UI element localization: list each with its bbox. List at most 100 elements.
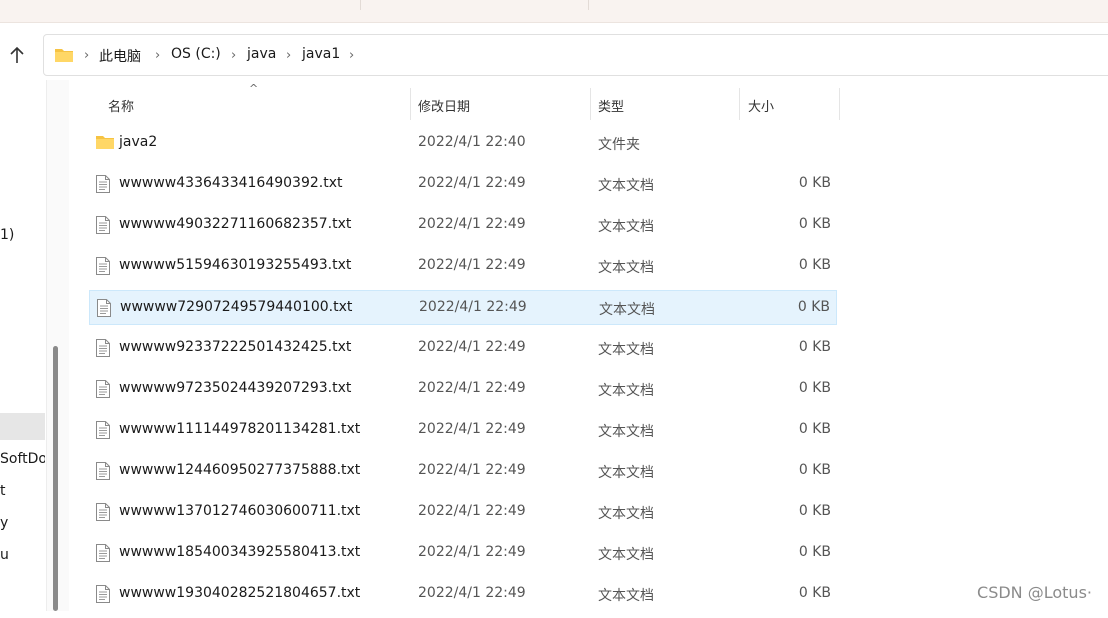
text-file-icon	[95, 380, 111, 402]
breadcrumb-java[interactable]: java	[247, 46, 276, 62]
text-file-icon	[95, 503, 111, 525]
file-date: 2022/4/1 22:49	[418, 216, 526, 232]
file-size: 0 KB	[798, 380, 831, 396]
file-row[interactable]: wwwww97235024439207293.txt 2022/4/1 22:49…	[89, 372, 837, 407]
text-file-icon	[95, 544, 111, 566]
column-size-label: 大小	[748, 100, 775, 115]
file-row[interactable]: wwwww4336433416490392.txt 2022/4/1 22:49 文…	[89, 167, 837, 202]
file-type: 文本文档	[598, 342, 654, 358]
chevron-right-icon[interactable]: ›	[231, 48, 236, 63]
column-header-type[interactable]: 类型	[591, 88, 739, 120]
navigation-pane: 1) SoftDo t y u	[0, 80, 45, 611]
nav-item[interactable]: u	[0, 547, 9, 563]
breadcrumb-drive-c[interactable]: OS (C:)	[171, 46, 221, 62]
file-row[interactable]: wwwww193040282521804657.txt 2022/4/1 22:4…	[89, 577, 837, 612]
breadcrumb-java1[interactable]: java1	[302, 46, 340, 62]
text-file-icon	[95, 421, 111, 443]
title-bar-area	[0, 0, 1108, 23]
column-type-label: 类型	[598, 100, 625, 115]
file-type: 文本文档	[598, 588, 654, 604]
file-name: java2	[119, 134, 158, 150]
file-type: 文本文档	[599, 302, 655, 318]
file-type: 文本文档	[598, 506, 654, 522]
file-date: 2022/4/1 22:49	[418, 175, 526, 191]
file-name: wwwww72907249579440100.txt	[120, 299, 353, 315]
file-name: wwwww49032271160682357.txt	[119, 216, 352, 232]
file-type: 文本文档	[598, 465, 654, 481]
file-name: wwwww193040282521804657.txt	[119, 585, 361, 601]
file-type: 文本文档	[598, 219, 654, 235]
column-header-size[interactable]: 大小	[740, 88, 839, 120]
file-row[interactable]: wwwww51594630193255493.txt 2022/4/1 22:49…	[89, 249, 837, 284]
file-type: 文本文档	[598, 547, 654, 563]
file-date: 2022/4/1 22:49	[418, 503, 526, 519]
file-date: 2022/4/1 22:49	[418, 421, 526, 437]
file-size: 0 KB	[798, 585, 831, 601]
file-row[interactable]: wwwww124460950277375888.txt 2022/4/1 22:4…	[89, 454, 837, 489]
file-list: java2 2022/4/1 22:40 文件夹 wwwww4336433416490…	[89, 126, 837, 618]
file-row[interactable]: wwwww49032271160682357.txt 2022/4/1 22:49…	[89, 208, 837, 243]
file-type: 文本文档	[598, 383, 654, 399]
file-size: 0 KB	[798, 257, 831, 273]
column-header-date[interactable]: 修改日期	[411, 88, 590, 120]
nav-item[interactable]: t	[0, 483, 6, 499]
file-row[interactable]: wwwww137012746030600711.txt 2022/4/1 22:4…	[89, 495, 837, 530]
file-name: wwwww124460950277375888.txt	[119, 462, 361, 478]
file-row[interactable]: java2 2022/4/1 22:40 文件夹	[89, 126, 837, 161]
scrollbar-thumb[interactable]	[53, 346, 58, 611]
nav-scrollbar[interactable]	[46, 80, 69, 611]
file-name: wwwww137012746030600711.txt	[119, 503, 361, 519]
nav-item[interactable]: SoftDo	[0, 451, 45, 467]
file-name: wwwww111144978201134281.txt	[119, 421, 361, 437]
file-size: 0 KB	[797, 299, 830, 315]
file-type: 文本文档	[598, 260, 654, 276]
file-name: wwwww4336433416490392.txt	[119, 175, 343, 191]
text-file-icon	[95, 175, 111, 197]
file-row[interactable]: wwwww111144978201134281.txt 2022/4/1 22:4…	[89, 413, 837, 448]
file-date: 2022/4/1 22:49	[418, 462, 526, 478]
text-file-icon	[95, 216, 111, 238]
address-bar[interactable]: › 此电脑 › OS (C:) › java › java1 ›	[43, 34, 1108, 76]
file-size: 0 KB	[798, 421, 831, 437]
file-type: 文本文档	[598, 424, 654, 440]
file-name: wwwww92337222501432425.txt	[119, 339, 352, 355]
file-name: wwwww51594630193255493.txt	[119, 257, 352, 273]
file-date: 2022/4/1 22:40	[418, 134, 526, 150]
file-date: 2022/4/1 22:49	[418, 257, 526, 273]
file-date: 2022/4/1 22:49	[419, 299, 527, 315]
breadcrumb-this-pc[interactable]: 此电脑	[99, 46, 141, 66]
arrow-up-icon	[10, 46, 24, 63]
column-date-label: 修改日期	[418, 100, 471, 115]
folder-icon	[54, 47, 74, 67]
file-name: wwwww185400343925580413.txt	[119, 544, 361, 560]
file-size: 0 KB	[798, 339, 831, 355]
file-size: 0 KB	[798, 544, 831, 560]
watermark: CSDN @Lotus·	[977, 583, 1092, 602]
file-row[interactable]: wwwww92337222501432425.txt 2022/4/1 22:49…	[89, 331, 837, 366]
file-date: 2022/4/1 22:49	[418, 585, 526, 601]
nav-selected-item[interactable]	[0, 413, 45, 440]
chevron-right-icon[interactable]: ›	[349, 48, 354, 63]
file-date: 2022/4/1 22:49	[418, 339, 526, 355]
nav-item[interactable]: y	[0, 515, 8, 531]
file-name: wwwww97235024439207293.txt	[119, 380, 352, 396]
file-size: 0 KB	[798, 216, 831, 232]
chevron-right-icon[interactable]: ›	[155, 48, 160, 63]
column-header-name[interactable]: 名称	[96, 88, 410, 120]
tab-separator	[588, 0, 589, 10]
file-size: 0 KB	[798, 175, 831, 191]
file-type: 文本文档	[598, 178, 654, 194]
chevron-right-icon[interactable]: ›	[84, 48, 89, 63]
column-divider[interactable]	[839, 88, 840, 120]
text-file-icon	[95, 257, 111, 279]
file-date: 2022/4/1 22:49	[418, 380, 526, 396]
up-button[interactable]	[4, 40, 30, 70]
folder-icon	[95, 134, 115, 154]
file-row[interactable]: wwwww72907249579440100.txt 2022/4/1 22:49…	[89, 290, 837, 325]
nav-item[interactable]: 1)	[0, 227, 14, 243]
file-date: 2022/4/1 22:49	[418, 544, 526, 560]
file-size: 0 KB	[798, 462, 831, 478]
text-file-icon	[95, 462, 111, 484]
chevron-right-icon[interactable]: ›	[286, 48, 291, 63]
file-row[interactable]: wwwww185400343925580413.txt 2022/4/1 22:4…	[89, 536, 837, 571]
